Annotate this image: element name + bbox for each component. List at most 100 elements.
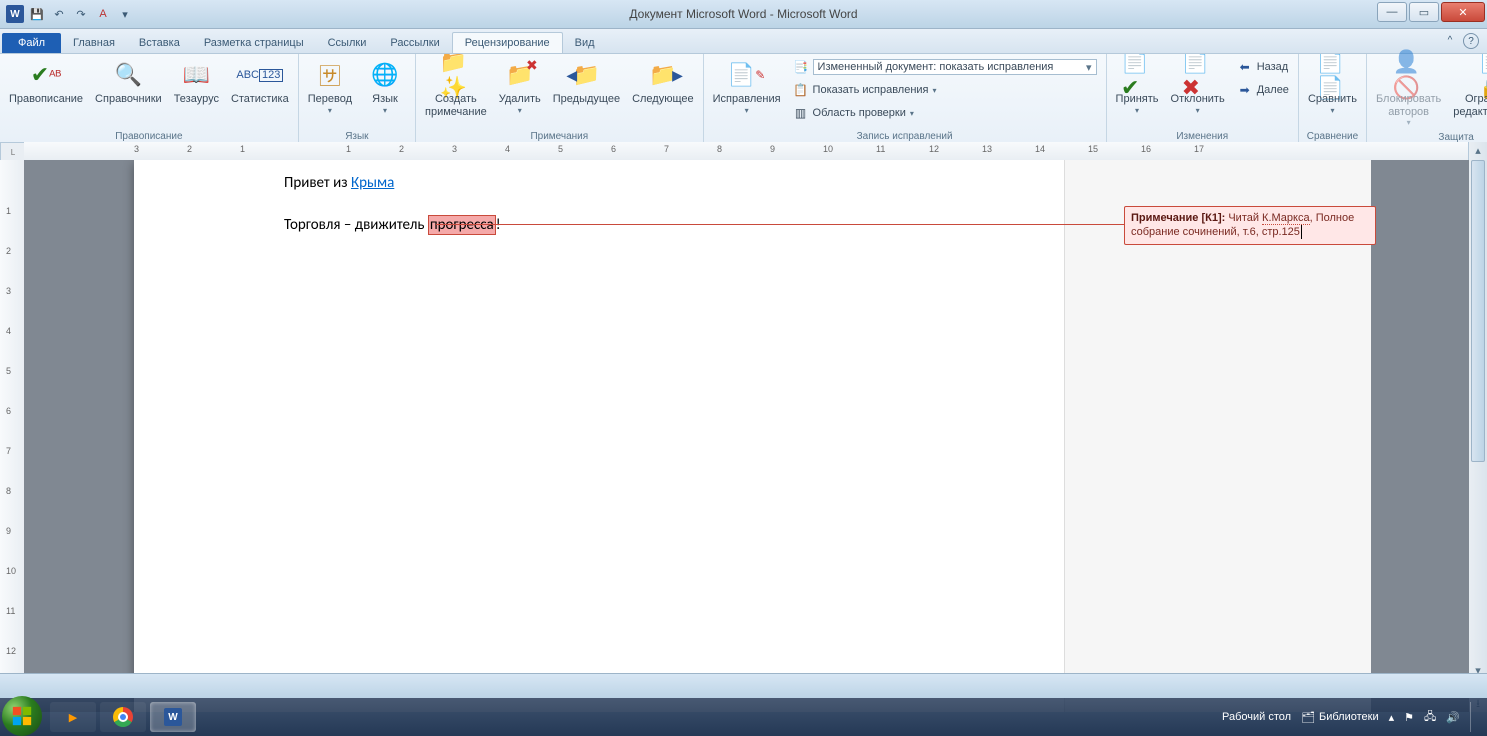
desktop-toolbar-label[interactable]: Рабочий стол [1222, 711, 1291, 723]
scroll-thumb[interactable] [1471, 160, 1485, 462]
tab-view[interactable]: Вид [563, 33, 607, 53]
libraries-toolbar[interactable]: 🗂Библиотеки [1301, 711, 1379, 724]
show-desktop-button[interactable] [1470, 702, 1481, 732]
quick-access-toolbar: W 💾 ↶ ↷ A ▾ [0, 5, 134, 23]
reject-button[interactable]: 📄✖Отклонить [1166, 56, 1230, 118]
vertical-ruler[interactable]: 12345678910111213 [0, 160, 25, 712]
ribbon: ✔ᴬᴮПравописание 🔍Справочники 📖Тезаурус A… [0, 54, 1487, 145]
word-count-button[interactable]: ABC123Статистика [226, 56, 294, 109]
tab-references[interactable]: Ссылки [316, 33, 379, 53]
translate-icon: 🈂 [314, 59, 346, 91]
help-icon[interactable]: ? [1463, 33, 1479, 49]
commented-text[interactable]: прогресса [428, 215, 496, 235]
comment-balloon[interactable]: Примечание [К1]: Читай К.Маркса, Полное … [1124, 206, 1376, 245]
next-comment-icon: 📁▶ [647, 59, 679, 91]
previous-comment-button[interactable]: 📁◀Предыдущее [548, 56, 625, 109]
word-icon: W [164, 708, 182, 726]
statistics-icon: ABC123 [244, 59, 276, 91]
new-comment-button[interactable]: 📁✨Создать примечание [420, 56, 492, 121]
group-language: 🈂Перевод 🌐Язык Язык [299, 54, 416, 144]
chrome-icon [113, 707, 133, 727]
research-icon: 🔍 [112, 59, 144, 91]
group-comments: 📁✨Создать примечание 📁✖Удалить 📁◀Предыду… [416, 54, 704, 144]
word-app-icon[interactable]: W [6, 5, 24, 23]
thesaurus-button[interactable]: 📖Тезаурус [169, 56, 224, 109]
display-for-review-select[interactable]: 📑Измененный документ: показать исправлен… [788, 56, 1102, 78]
start-button[interactable] [2, 696, 42, 736]
tab-page-layout[interactable]: Разметка страницы [192, 33, 316, 53]
previous-change-button[interactable]: ⬅Назад [1232, 56, 1294, 78]
block-authors-icon: 👤🚫 [1393, 59, 1425, 91]
taskbar-media-player[interactable]: ▶ [50, 702, 96, 732]
tab-insert[interactable]: Вставка [127, 33, 192, 53]
qat-customize-icon[interactable]: ▾ [116, 5, 134, 23]
text-segment: Привет из [284, 174, 351, 192]
spelling-button[interactable]: ✔ᴬᴮПравописание [4, 56, 88, 109]
windows-taskbar: ▶ W Рабочий стол 🗂Библиотеки ▴ ⚑ 🖧 🔊 [0, 698, 1487, 736]
next-comment-button[interactable]: 📁▶Следующее [627, 56, 699, 109]
show-markup-button[interactable]: 📋Показать исправления [788, 79, 1102, 101]
ruler-corner[interactable]: L [0, 142, 26, 162]
group-proofing: ✔ᴬᴮПравописание 🔍Справочники 📖Тезаурус A… [0, 54, 299, 144]
tab-review[interactable]: Рецензирование [452, 32, 563, 53]
ribbon-tabs: Файл Главная Вставка Разметка страницы С… [0, 29, 1487, 54]
language-button[interactable]: 🌐Язык [359, 56, 411, 118]
reject-icon: 📄✖ [1182, 59, 1214, 91]
show-markup-icon: 📋 [793, 82, 809, 98]
title-bar: W 💾 ↶ ↷ A ▾ Документ Microsoft Word - Mi… [0, 0, 1487, 29]
block-authors-button[interactable]: 👤🚫Блокировать авторов [1371, 56, 1446, 130]
restrict-editing-button[interactable]: 📄🔒Ограничить редактирование [1448, 56, 1487, 121]
taskbar-word[interactable]: W [150, 702, 196, 732]
undo-icon[interactable]: ↶ [50, 5, 68, 23]
redo-icon[interactable]: ↷ [72, 5, 90, 23]
delete-comment-icon: 📁✖ [504, 59, 536, 91]
hyperlink-krym[interactable]: Крыма [351, 174, 394, 192]
tray-chevron-icon[interactable]: ▴ [1389, 711, 1395, 724]
page[interactable]: Привет из Крыма Торговля – движитель про… [134, 160, 1064, 712]
accept-icon: 📄✔ [1121, 59, 1153, 91]
document-area[interactable]: Привет из Крыма Торговля – движитель про… [24, 160, 1469, 712]
text-line-1[interactable]: Привет из Крыма [284, 174, 394, 192]
group-tracking: 📄✎Исправления 📑Измененный документ: пока… [704, 54, 1107, 144]
text-segment: Торговля – движитель [284, 216, 428, 234]
tray-volume-icon[interactable]: 🔊 [1446, 711, 1460, 724]
text-segment: ! [496, 216, 501, 234]
minimize-ribbon-icon[interactable]: ^ [1443, 33, 1457, 47]
tab-home[interactable]: Главная [61, 33, 127, 53]
save-icon[interactable]: 💾 [28, 5, 46, 23]
group-changes: 📄✔Принять 📄✖Отклонить ⬅Назад ➡Далее Изме… [1107, 54, 1299, 144]
libraries-icon: 🗂 [1301, 711, 1315, 724]
new-comment-icon: 📁✨ [440, 59, 472, 91]
vertical-scrollbar[interactable]: ▴ ▾ ⭱ ⭳ [1468, 142, 1487, 712]
spellcheck-icon: ✔ᴬᴮ [30, 59, 62, 91]
translate-button[interactable]: 🈂Перевод [303, 56, 357, 118]
reviewing-pane-button[interactable]: ▥Область проверки [788, 102, 1102, 124]
display-review-icon: 📑 [793, 59, 809, 75]
tab-mailings[interactable]: Рассылки [378, 33, 451, 53]
taskbar-chrome[interactable] [100, 702, 146, 732]
tray-flag-icon[interactable]: ⚑ [1404, 711, 1414, 724]
delete-comment-button[interactable]: 📁✖Удалить [494, 56, 546, 118]
scroll-up-icon[interactable]: ▴ [1469, 142, 1487, 158]
font-color-icon[interactable]: A [94, 5, 112, 23]
maximize-button[interactable]: ▭ [1409, 2, 1439, 22]
track-changes-icon: 📄✎ [731, 59, 763, 91]
next-change-button[interactable]: ➡Далее [1232, 79, 1294, 101]
status-bar[interactable] [0, 673, 1487, 698]
workspace: L 3211234567891011121314151617 123456789… [0, 142, 1487, 712]
compare-button[interactable]: 📄📄Сравнить [1303, 56, 1362, 118]
research-button[interactable]: 🔍Справочники [90, 56, 167, 109]
horizontal-ruler[interactable]: 3211234567891011121314151617 [24, 142, 1469, 161]
track-changes-button[interactable]: 📄✎Исправления [708, 56, 786, 118]
accept-button[interactable]: 📄✔Принять [1111, 56, 1164, 118]
tray-network-icon[interactable]: 🖧 [1424, 708, 1436, 727]
minimize-button[interactable]: — [1377, 2, 1407, 22]
group-protect: 👤🚫Блокировать авторов 📄🔒Ограничить редак… [1367, 54, 1487, 144]
taskbar-tray: Рабочий стол 🗂Библиотеки ▴ ⚑ 🖧 🔊 [1222, 702, 1487, 732]
windows-logo-icon [11, 705, 33, 727]
text-cursor [1301, 225, 1302, 239]
tab-file[interactable]: Файл [2, 33, 61, 53]
window-controls: — ▭ ✕ [1377, 2, 1485, 22]
close-button[interactable]: ✕ [1441, 2, 1485, 22]
text-line-2[interactable]: Торговля – движитель прогресса! [284, 216, 501, 234]
